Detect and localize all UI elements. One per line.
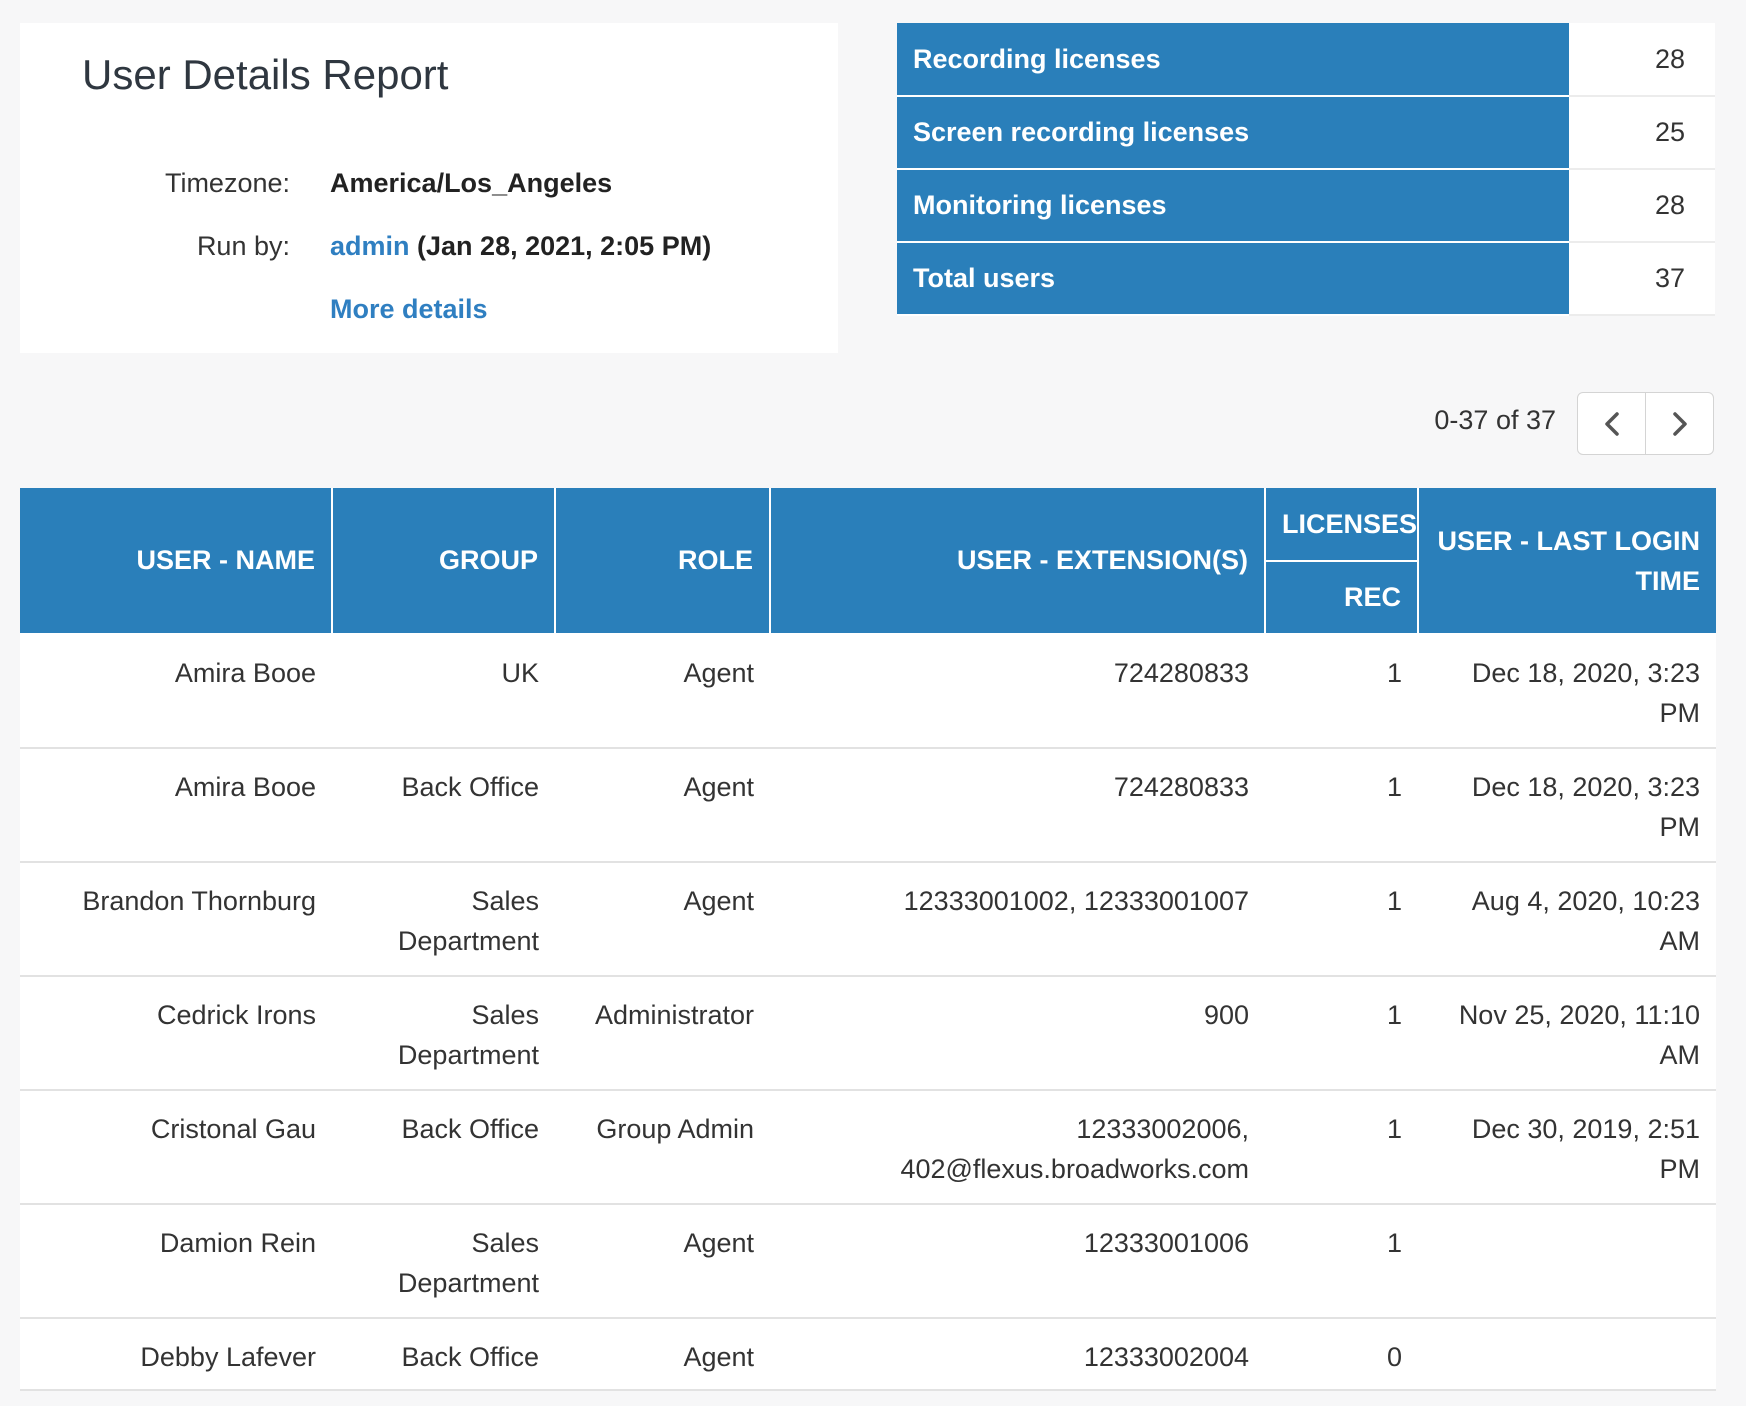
cell-group: Sales Department [332,1204,555,1319]
header-licenses: LICENSES [1264,488,1419,562]
page-title: User Details Report [82,51,449,98]
chevron-left-icon [1604,411,1619,436]
cell-group: Back Office [332,748,555,863]
cell-role: Agent [555,1318,770,1391]
cell-last-login: Dec 18, 2020, 3:23 PM [1418,634,1716,749]
header-last-login[interactable]: USER - LAST LOGIN TIME [1417,488,1716,635]
cell-last-login: Dec 30, 2019, 2:51 PM [1418,1090,1716,1205]
stat-label: Recording licenses [897,23,1569,97]
cell-user-name: Debby Lafever [20,1318,332,1391]
stat-value: 28 [1569,169,1715,243]
table-row[interactable]: Amira Booe UK Agent 724280833 1 Dec 18, 2020,… [20,634,1716,749]
cell-last-login: Dec 18, 2020, 3:23 PM [1418,748,1716,863]
next-page-button[interactable] [1645,393,1713,454]
cell-rec: 1 [1265,976,1418,1091]
cell-user-name: Damion Rein [20,1204,332,1319]
license-stats-table: Recording licenses 28 Screen recording lic… [897,23,1715,316]
cell-rec: 1 [1265,634,1418,749]
table-row[interactable]: Cedrick Irons Sales Department Administrat… [20,976,1716,1091]
cell-extensions: 12333002004 [770,1318,1265,1391]
cell-last-login [1418,1204,1716,1319]
stat-value: 28 [1569,23,1715,97]
stat-label: Total users [897,242,1569,316]
cell-user-name: Cristonal Gau [20,1090,332,1205]
cell-user-name: Brandon Thornburg [20,862,332,977]
stat-label: Monitoring licenses [897,169,1569,243]
cell-user-name: Amira Booe [20,634,332,749]
timezone-row: Timezone: America/Los_Angeles [20,163,838,203]
cell-extensions: 724280833 [770,634,1265,749]
cell-role: Agent [555,634,770,749]
stat-row: Monitoring licenses 28 [897,169,1715,243]
cell-rec: 1 [1265,748,1418,863]
cell-role: Agent [555,862,770,977]
cell-last-login [1418,1318,1716,1391]
cell-last-login: Aug 4, 2020, 10:23 AM [1418,862,1716,977]
cell-user-name: Cedrick Irons [20,976,332,1091]
cell-group: Sales Department [332,976,555,1091]
timezone-value: America/Los_Angeles [330,168,613,198]
stat-row: Screen recording licenses 25 [897,96,1715,170]
stat-label: Screen recording licenses [897,96,1569,170]
stat-row: Recording licenses 28 [897,23,1715,97]
run-by-label: Run by: [196,231,290,261]
cell-rec: 1 [1265,1204,1418,1319]
table-row[interactable]: Debby Lafever Back Office Agent 12333002004… [20,1318,1716,1391]
cell-role: Group Admin [555,1090,770,1205]
cell-group: Sales Department [332,862,555,977]
report-info-card: User Details Report Timezone: America/Lo… [20,23,838,353]
cell-last-login: Nov 25, 2020, 11:10 AM [1418,976,1716,1091]
cell-user-name: Amira Booe [20,748,332,863]
cell-extensions: 12333001006 [770,1204,1265,1319]
header-group[interactable]: GROUP [331,488,556,635]
table-row[interactable]: Damion Rein Sales Department Agent 12333001… [20,1204,1716,1319]
cell-rec: 0 [1265,1318,1418,1391]
cell-group: Back Office [332,1318,555,1391]
header-role[interactable]: ROLE [554,488,771,635]
pager [1577,392,1714,455]
header-extensions[interactable]: USER - EXTENSION(S) [769,488,1266,635]
prev-page-button[interactable] [1578,393,1645,454]
header-user-name[interactable]: USER - NAME [20,488,333,635]
header-rec[interactable]: REC [1265,561,1418,635]
run-by-row: Run by: admin (Jan 28, 2021, 2:05 PM) [20,226,838,266]
stat-row: Total users 37 [897,242,1715,316]
run-by-user-link[interactable]: admin [330,231,410,261]
cell-extensions: 900 [770,976,1265,1091]
stat-value: 37 [1569,242,1715,316]
more-details-link[interactable]: More details [330,289,488,329]
run-by-value: admin (Jan 28, 2021, 2:05 PM) [330,226,711,266]
cell-role: Administrator [555,976,770,1091]
cell-extensions: 12333001002, 12333001007 [770,862,1265,977]
cell-extensions: 724280833 [770,748,1265,863]
cell-extensions: 12333002006, 402@flexus.broadworks.com [770,1090,1265,1205]
cell-group: UK [332,634,555,749]
cell-role: Agent [555,748,770,863]
cell-rec: 1 [1265,1090,1418,1205]
users-table: USER - NAME GROUP ROLE USER - EXTENSION(… [20,488,1716,1391]
cell-rec: 1 [1265,862,1418,977]
table-row[interactable]: Cristonal Gau Back Office Group Admin 12333… [20,1090,1716,1205]
timezone-label: Timezone: [164,168,290,198]
run-by-time: (Jan 28, 2021, 2:05 PM) [417,231,712,261]
stat-value: 25 [1569,96,1715,170]
table-row[interactable]: Brandon Thornburg Sales Department Agent 12… [20,862,1716,977]
cell-role: Agent [555,1204,770,1319]
chevron-right-icon [1672,411,1687,436]
more-details-row: More details [20,289,838,329]
pagination-count: 0-37 of 37 [1434,405,1556,435]
table-row[interactable]: Amira Booe Back Office Agent 724280833 1 Dec … [20,748,1716,863]
cell-group: Back Office [332,1090,555,1205]
